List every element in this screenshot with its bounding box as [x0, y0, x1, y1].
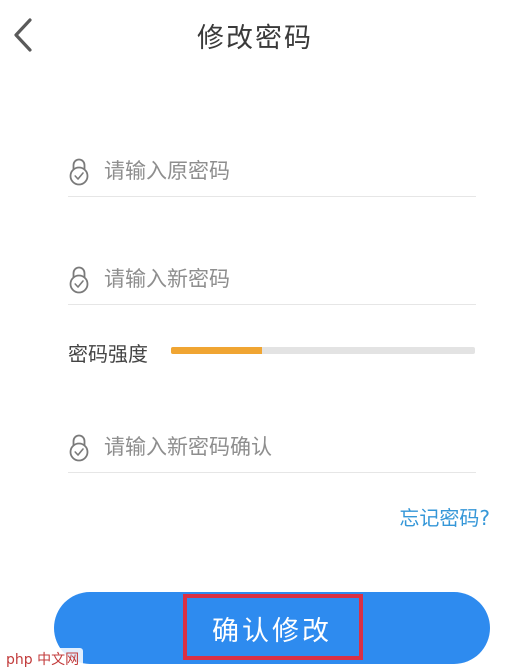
- forgot-password-link[interactable]: 忘记密码?: [399, 502, 490, 531]
- old-password-field: [68, 148, 476, 197]
- confirm-password-field: [68, 424, 476, 473]
- old-password-input[interactable]: [104, 154, 464, 188]
- new-password-input[interactable]: [104, 262, 464, 296]
- new-password-field: [68, 256, 476, 305]
- strength-fill: [171, 347, 263, 354]
- lock-icon: [69, 266, 89, 294]
- strength-label: 密码强度: [68, 342, 148, 366]
- confirm-password-input[interactable]: [104, 430, 464, 464]
- lock-icon: [69, 434, 89, 462]
- page-title: 修改密码: [197, 23, 313, 54]
- lock-icon: [69, 158, 89, 186]
- watermark: php 中文网: [2, 648, 84, 670]
- confirm-change-button[interactable]: 确认修改: [54, 592, 490, 664]
- password-strength: 密码强度: [68, 336, 478, 366]
- header-bar: 修改密码: [0, 0, 510, 72]
- strength-track: [171, 347, 475, 354]
